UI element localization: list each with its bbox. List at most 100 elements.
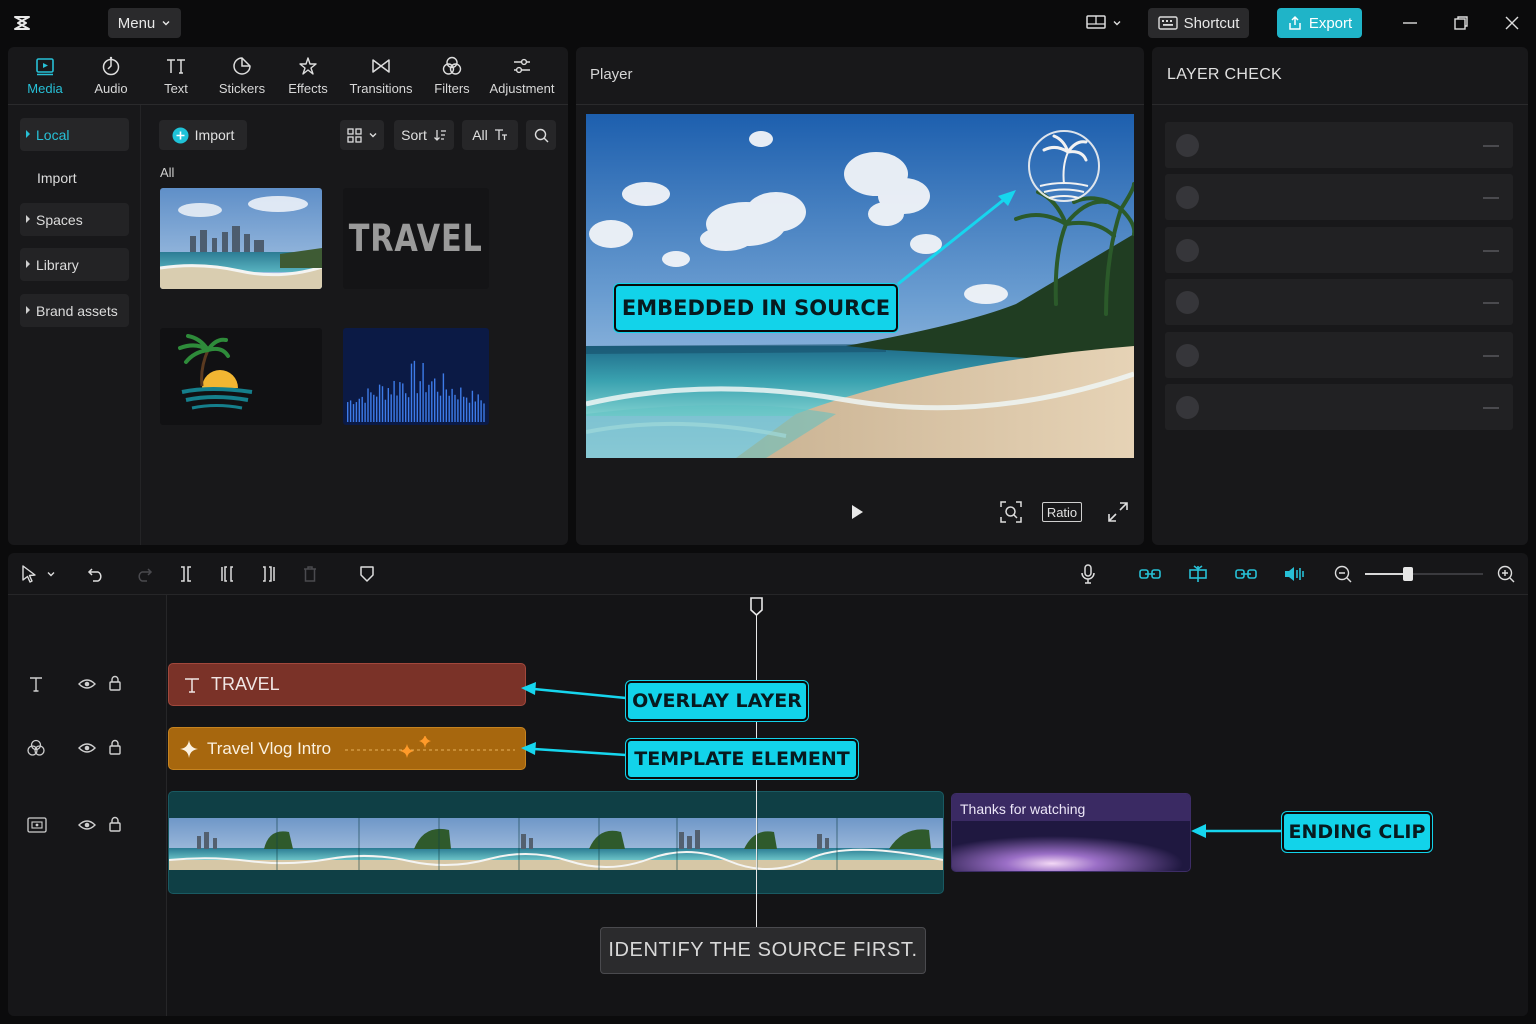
tab-filters-label: Filters xyxy=(434,81,470,96)
layer-row[interactable] xyxy=(1165,279,1513,325)
adjustment-icon xyxy=(514,58,530,74)
view-mode-button[interactable] xyxy=(340,120,384,150)
tab-audio[interactable]: Audio xyxy=(90,55,132,105)
minimize-button[interactable] xyxy=(1392,8,1428,38)
tab-stickers-label: Stickers xyxy=(218,81,266,96)
ratio-button[interactable]: Ratio xyxy=(1042,502,1082,522)
fullscreen-icon xyxy=(1108,502,1128,522)
filter-button[interactable]: All xyxy=(462,120,518,150)
fullscreen-button[interactable] xyxy=(1107,501,1129,523)
tab-effects[interactable]: Effects xyxy=(286,55,330,105)
chevron-down-icon xyxy=(1113,21,1121,26)
sidebar-item-local[interactable]: Local xyxy=(20,118,129,151)
sidebar-item-brand-assets[interactable]: Brand assets xyxy=(20,294,129,327)
sidebar-item-label: Local xyxy=(36,126,70,143)
layer-row[interactable] xyxy=(1165,227,1513,273)
media-thumb-audio-waveform[interactable] xyxy=(343,328,489,425)
sidebar-item-label: Import xyxy=(37,169,77,186)
tab-adjustment-label: Adjustment xyxy=(489,81,555,96)
filter-label: All xyxy=(472,127,488,143)
menu-button[interactable]: Menu xyxy=(108,8,181,38)
callout-embedded-in-source: EMBEDDED IN SOURCE xyxy=(614,284,898,332)
shortcut-button[interactable]: Shortcut xyxy=(1148,8,1249,38)
layer-radio[interactable] xyxy=(1176,396,1199,419)
audio-icon xyxy=(102,56,120,76)
layer-radio[interactable] xyxy=(1176,134,1199,157)
media-thumb-palm-logo[interactable] xyxy=(160,328,322,425)
layer-row[interactable] xyxy=(1165,384,1513,430)
dash-icon xyxy=(1483,407,1499,409)
dash-icon xyxy=(1483,250,1499,252)
tab-media-label: Media xyxy=(27,81,63,96)
sidebar-item-spaces[interactable]: Spaces xyxy=(20,203,129,236)
play-button[interactable] xyxy=(848,503,866,521)
tab-effects-label: Effects xyxy=(288,81,328,96)
export-icon xyxy=(1289,15,1301,30)
callout-overlay-layer: OVERLAY LAYER xyxy=(626,681,808,721)
media-sidebar: Local Import Spaces Library Brand assets xyxy=(8,105,141,545)
tab-media[interactable]: Media xyxy=(22,55,68,105)
media-thumb-beach-city[interactable] xyxy=(160,188,322,289)
caret-right-icon xyxy=(26,306,30,314)
sort-icon xyxy=(433,130,446,141)
plus-circle-icon xyxy=(172,127,189,143)
layout-button[interactable] xyxy=(1078,8,1130,38)
layer-check-divider xyxy=(1152,104,1528,105)
tab-filters[interactable]: Filters xyxy=(432,55,472,105)
chevron-down-icon xyxy=(162,21,170,26)
search-button[interactable] xyxy=(526,120,556,150)
title-bar: Menu Shortcut Export xyxy=(0,0,1536,46)
waveform-icon xyxy=(347,360,485,422)
dash-icon xyxy=(1483,145,1499,147)
export-button[interactable]: Export xyxy=(1277,8,1362,38)
layer-radio[interactable] xyxy=(1176,186,1199,209)
fit-zoom-button[interactable] xyxy=(1000,501,1022,523)
callout-template-element: TEMPLATE ELEMENT xyxy=(626,739,858,779)
restore-icon xyxy=(1454,16,1468,30)
close-icon xyxy=(1505,16,1519,30)
tab-transitions[interactable]: Transitions xyxy=(348,55,414,105)
keyboard-icon xyxy=(1157,16,1178,30)
layer-check-panel: LAYER CHECK xyxy=(1152,47,1528,545)
caret-right-icon xyxy=(26,130,30,138)
layout-icon xyxy=(1086,15,1106,29)
sort-button[interactable]: Sort xyxy=(394,120,454,150)
sidebar-item-import[interactable]: Import xyxy=(20,161,129,194)
chevron-down-icon xyxy=(369,133,376,138)
player-title: Player xyxy=(590,66,633,83)
tab-text[interactable]: Text xyxy=(158,55,194,105)
media-thumb-travel-title[interactable]: TRAVEL xyxy=(343,188,489,289)
filters-icon xyxy=(442,56,462,75)
dash-icon xyxy=(1483,355,1499,357)
player-panel: Player EMBEDDED IN SOURCE Ratio xyxy=(576,47,1144,545)
dash-icon xyxy=(1483,302,1499,304)
layer-row[interactable] xyxy=(1165,122,1513,168)
video-editor-app: Menu Shortcut Export Media Audio Text St… xyxy=(0,0,1536,1024)
tab-adjustment[interactable]: Adjustment xyxy=(488,55,556,105)
tab-stickers[interactable]: Stickers xyxy=(216,55,268,105)
sidebar-item-label: Spaces xyxy=(36,211,83,228)
tab-text-label: Text xyxy=(164,81,188,96)
text-icon xyxy=(167,59,185,74)
dash-icon xyxy=(1483,197,1499,199)
player-divider xyxy=(576,104,1144,105)
layer-row[interactable] xyxy=(1165,332,1513,378)
sidebar-item-label: Library xyxy=(36,256,79,273)
layer-check-title: LAYER CHECK xyxy=(1167,66,1283,83)
media-icon xyxy=(36,58,54,76)
close-button[interactable] xyxy=(1494,8,1530,38)
stickers-icon xyxy=(233,57,251,75)
layer-row[interactable] xyxy=(1165,174,1513,220)
layer-radio[interactable] xyxy=(1176,239,1199,262)
layer-radio[interactable] xyxy=(1176,344,1199,367)
play-icon xyxy=(852,505,863,519)
import-button[interactable]: Import xyxy=(159,120,247,150)
layer-radio[interactable] xyxy=(1176,291,1199,314)
video-preview[interactable]: EMBEDDED IN SOURCE xyxy=(586,114,1134,458)
grid-icon xyxy=(346,127,362,143)
section-label: All xyxy=(160,165,175,180)
sidebar-item-label: Brand assets xyxy=(36,302,118,319)
maximize-button[interactable] xyxy=(1443,8,1479,38)
sidebar-item-library[interactable]: Library xyxy=(20,248,129,281)
media-panel: Media Audio Text Stickers Effects Transi… xyxy=(8,47,568,545)
